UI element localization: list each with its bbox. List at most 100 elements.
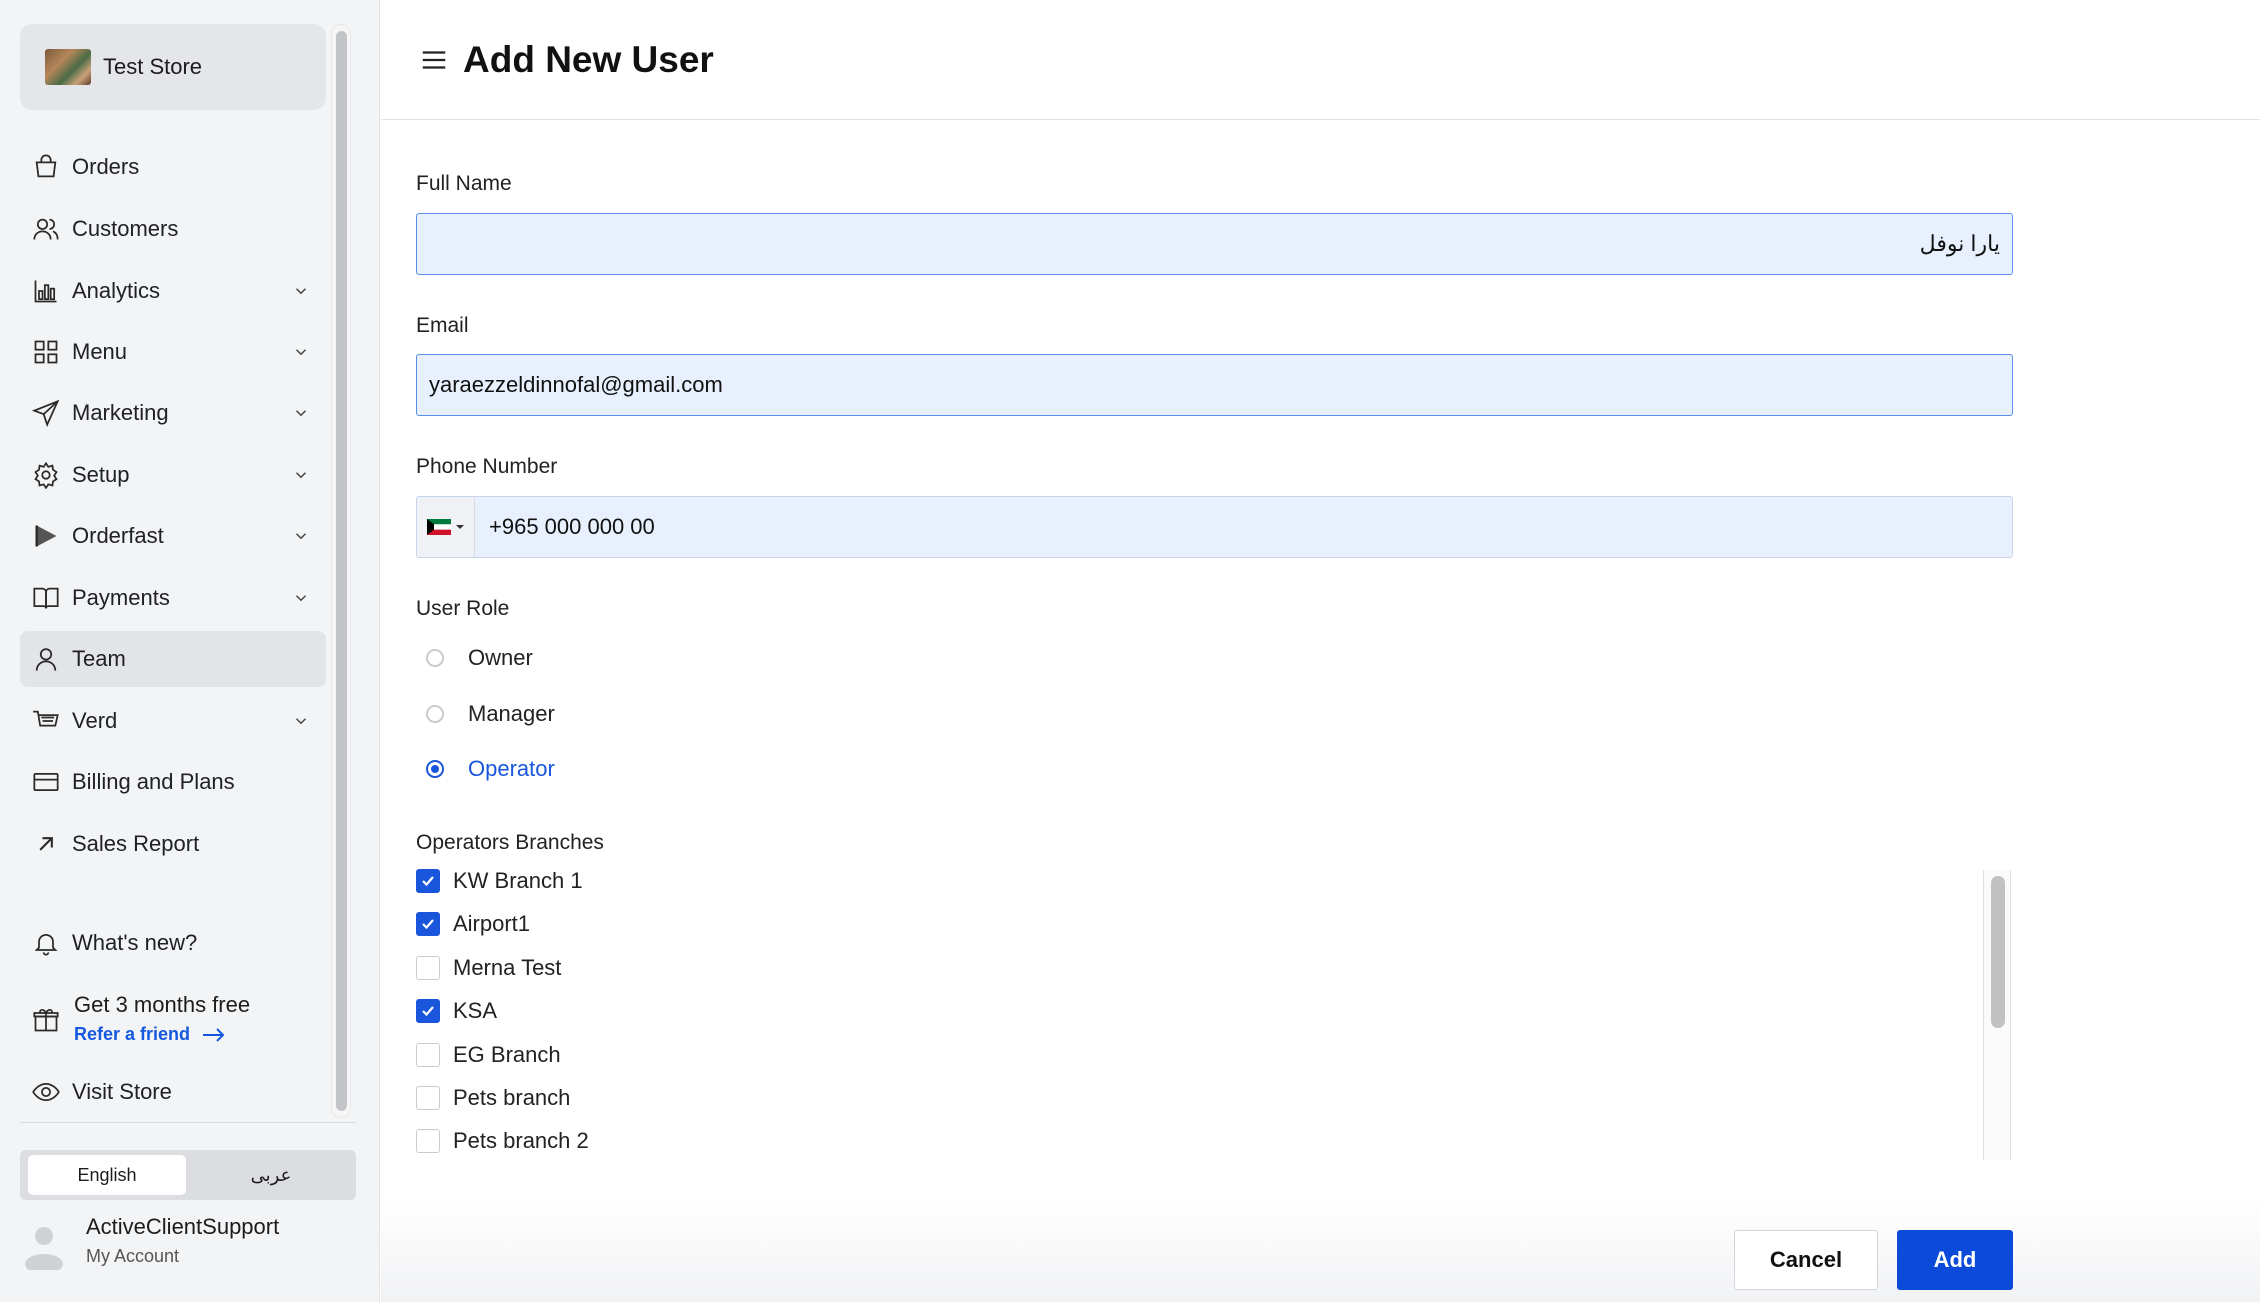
sidebar-item-label: Verd (72, 708, 118, 733)
branch-label: Pets branch 2 (453, 1128, 589, 1153)
sidebar-item-label: Customers (72, 216, 179, 241)
checkbox[interactable] (416, 1043, 440, 1067)
phone-number-field[interactable]: +965 000 000 00 (416, 496, 2013, 558)
refer-a-friend-link[interactable]: Refer a friend (74, 1024, 226, 1045)
branch-item-merna-test[interactable]: Merna Test (416, 955, 561, 981)
sidebar-item-marketing[interactable]: Marketing (20, 385, 326, 441)
sidebar-item-label: Marketing (72, 400, 169, 425)
role-option-label: Operator (468, 756, 555, 781)
operators-branches-label: Operators Branches (416, 831, 604, 854)
checkbox[interactable] (416, 912, 440, 936)
sidebar-item-orderfast[interactable]: Orderfast (20, 508, 326, 564)
role-option-owner[interactable]: Owner (426, 645, 533, 671)
checkmark-icon (422, 1006, 434, 1017)
checkbox[interactable] (416, 1086, 440, 1110)
refer-title: Get 3 months free (74, 992, 251, 1017)
sidebar-scrollbar-thumb[interactable] (336, 31, 347, 1111)
branch-item-pets-branch[interactable]: Pets branch (416, 1085, 570, 1111)
full-name-input[interactable] (416, 213, 2013, 275)
role-option-operator[interactable]: Operator (426, 756, 555, 782)
checkbox[interactable] (416, 1129, 440, 1153)
radio-button[interactable] (426, 760, 444, 778)
sidebar-item-sales-report[interactable]: Sales Report (20, 816, 326, 872)
checkbox[interactable] (416, 999, 440, 1023)
hamburger-menu-icon[interactable] (419, 45, 449, 75)
language-english-option[interactable]: English (28, 1155, 186, 1195)
whats-new-label: What's new? (72, 930, 198, 955)
chevron-down-icon (295, 472, 307, 479)
sidebar-item-label: Menu (72, 339, 128, 364)
sidebar-item-verd[interactable]: Verd (20, 693, 326, 749)
branch-item-pets-branch-2[interactable]: Pets branch 2 (416, 1128, 589, 1154)
sidebar-item-label: Billing and Plans (72, 769, 235, 794)
shopping-bag-icon (32, 153, 60, 181)
role-option-manager[interactable]: Manager (426, 701, 555, 727)
sidebar-item-label: Setup (72, 462, 130, 487)
chevron-down-icon (295, 288, 307, 295)
user-role-label: User Role (416, 597, 510, 620)
sidebar-item-menu[interactable]: Menu (20, 324, 326, 380)
chevron-down-icon (295, 349, 307, 356)
full-name-label: Full Name (416, 172, 512, 195)
gear-icon (32, 461, 60, 489)
caret-down-icon (455, 525, 464, 529)
branch-item-kw-branch-1[interactable]: KW Branch 1 (416, 868, 583, 894)
account-name: ActiveClientSupport (86, 1214, 280, 1239)
sidebar-item-label: Orderfast (72, 523, 164, 548)
bell-icon (32, 929, 60, 957)
phone-number-value[interactable]: +965 000 000 00 (489, 514, 655, 540)
store-switcher[interactable]: Test Store (20, 24, 326, 110)
branch-label: KSA (453, 998, 498, 1023)
checkmark-icon (422, 919, 434, 930)
chevron-down-icon (295, 718, 307, 725)
cancel-button[interactable]: Cancel (1734, 1230, 1878, 1290)
page-title: Add New User (463, 38, 714, 80)
store-logo (45, 49, 91, 85)
branch-label: KW Branch 1 (453, 868, 583, 893)
sidebar-item-label: Analytics (72, 278, 161, 303)
user-icon (32, 645, 60, 673)
sidebar-item-label: Sales Report (72, 831, 200, 856)
kuwait-flag-icon (426, 519, 451, 535)
play-icon (32, 522, 60, 550)
checkbox[interactable] (416, 869, 440, 893)
role-option-label: Owner (468, 645, 533, 670)
arrow-up-right-icon (32, 830, 60, 858)
sidebar-item-payments[interactable]: Payments (20, 570, 326, 626)
send-icon (32, 399, 60, 427)
sidebar-item-setup[interactable]: Setup (20, 447, 326, 503)
whats-new-link[interactable]: What's new? (20, 915, 326, 971)
branches-scrollbar[interactable] (1983, 870, 2011, 1160)
branch-item-ksa[interactable]: KSA (416, 998, 497, 1024)
sidebar-item-label: Payments (72, 585, 170, 610)
account-menu[interactable]: ActiveClientSupport My Account (20, 1212, 356, 1282)
arrow-right-icon (203, 1027, 225, 1042)
email-label: Email (416, 314, 469, 337)
gift-icon (32, 1006, 60, 1034)
chevron-down-icon (295, 595, 307, 602)
branch-item-airport1[interactable]: Airport1 (416, 911, 530, 937)
book-icon (32, 584, 60, 612)
account-subtitle: My Account (86, 1246, 180, 1266)
branch-item-eg-branch[interactable]: EG Branch (416, 1042, 561, 1068)
users-icon (32, 215, 60, 243)
visit-store-link[interactable]: Visit Store (20, 1064, 326, 1120)
add-button[interactable]: Add (1897, 1230, 2013, 1290)
refer-a-friend-promo[interactable]: Get 3 months free Refer a friend (20, 986, 326, 1056)
sidebar-scrollbar[interactable] (331, 24, 351, 1118)
credit-card-icon (32, 768, 60, 796)
checkbox[interactable] (416, 956, 440, 980)
radio-button[interactable] (426, 649, 444, 667)
sidebar-item-orders[interactable]: Orders (20, 139, 326, 195)
sidebar-item-billing[interactable]: Billing and Plans (20, 754, 326, 810)
radio-button[interactable] (426, 705, 444, 723)
language-arabic-option[interactable]: عربى (192, 1155, 350, 1195)
grid-icon (32, 338, 60, 366)
sidebar-item-analytics[interactable]: Analytics (20, 263, 326, 319)
country-code-select[interactable] (417, 497, 475, 557)
sidebar-item-team[interactable]: Team (20, 631, 326, 687)
sidebar-item-customers[interactable]: Customers (20, 201, 326, 257)
page-header: Add New User (381, 0, 2260, 120)
branches-scrollbar-thumb[interactable] (1991, 876, 2005, 1028)
email-field[interactable] (416, 354, 2013, 416)
